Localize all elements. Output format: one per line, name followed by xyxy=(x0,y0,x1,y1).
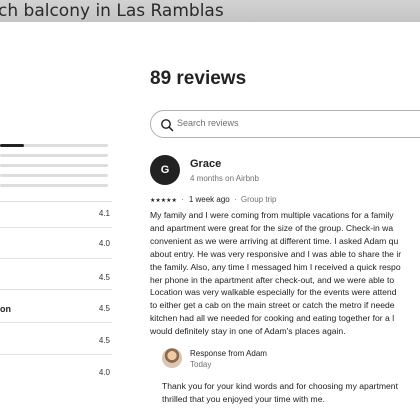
review-text: My family and I were coming from multipl… xyxy=(150,209,420,338)
overall-rating-bar-fill xyxy=(0,144,24,147)
category-score: 4.5 xyxy=(98,336,110,345)
category-score: 4.5 xyxy=(98,273,110,282)
reviewer-tenure: 4 months on Airbnb xyxy=(190,174,259,183)
category-score: 4.1 xyxy=(98,209,110,218)
reviews-count-heading: 89 reviews xyxy=(150,68,247,89)
review-date: 1 week ago xyxy=(188,195,230,204)
response-text-line: thrilled that you enjoyed your time with… xyxy=(162,393,325,404)
rating-bar xyxy=(0,174,108,177)
star-rating-icons: ★★★★★ xyxy=(150,198,177,204)
review-text-line: her phone in the apartment after check-o… xyxy=(150,274,395,285)
review-meta: ★★★★★ · 1 week ago · Group trip xyxy=(150,195,276,204)
review-text-line: and apartment were great for the size of… xyxy=(150,222,394,233)
search-icon xyxy=(159,117,175,133)
trip-type: Group trip xyxy=(240,195,277,204)
response-date: Today xyxy=(190,360,212,369)
rating-bar xyxy=(0,184,108,187)
review-text-line: kitchen had all we needed for cooking an… xyxy=(150,313,395,324)
ratings-panel: 4.1 4.0 4.5 on 4.5 4.5 4.0 xyxy=(0,22,116,420)
rating-bar xyxy=(0,154,108,157)
review-text-line: the family. Also, any time I messaged hi… xyxy=(150,261,401,272)
category-divider xyxy=(0,227,112,228)
review-text-line: convenient as we were arriving at differ… xyxy=(150,235,399,246)
review-text-line: Location was very walkable especially fo… xyxy=(150,287,397,298)
host-avatar[interactable] xyxy=(162,348,182,368)
review-text-line: would definitely stay in one of Adam's p… xyxy=(150,326,346,337)
rating-bar xyxy=(0,164,108,167)
response-text: Thank you for your kind words and for ch… xyxy=(162,380,420,406)
review-text-line: to either get a cab on the main street o… xyxy=(150,300,395,311)
search-placeholder: Search reviews xyxy=(177,118,239,128)
category-score: 4.0 xyxy=(98,239,110,248)
category-divider xyxy=(0,322,112,323)
reviewer-avatar[interactable]: G xyxy=(150,155,180,185)
category-divider xyxy=(0,289,112,290)
listing-title: ch balcony in Las Ramblas xyxy=(0,1,224,21)
category-label: on xyxy=(0,304,11,314)
overall-rating-bar xyxy=(0,144,108,147)
separator-dot: · xyxy=(181,195,184,204)
category-score: 4.0 xyxy=(98,368,110,377)
response-text-line: Thank you for your kind words and for ch… xyxy=(162,381,398,391)
category-divider xyxy=(0,201,112,202)
category-divider xyxy=(0,258,112,259)
separator-dot: · xyxy=(233,195,237,204)
category-score: 4.5 xyxy=(98,304,110,313)
review-text-line: My family and I were coming from multipl… xyxy=(150,210,394,220)
review-text-line: about entry. He was very responsive and … xyxy=(150,248,402,259)
category-divider xyxy=(0,354,112,355)
response-author: Response from Adam xyxy=(190,349,267,358)
search-reviews-input[interactable]: Search reviews xyxy=(150,110,420,138)
window-title-bar: ch balcony in Las Ramblas xyxy=(0,0,420,22)
reviewer-name[interactable]: Grace xyxy=(190,158,221,170)
